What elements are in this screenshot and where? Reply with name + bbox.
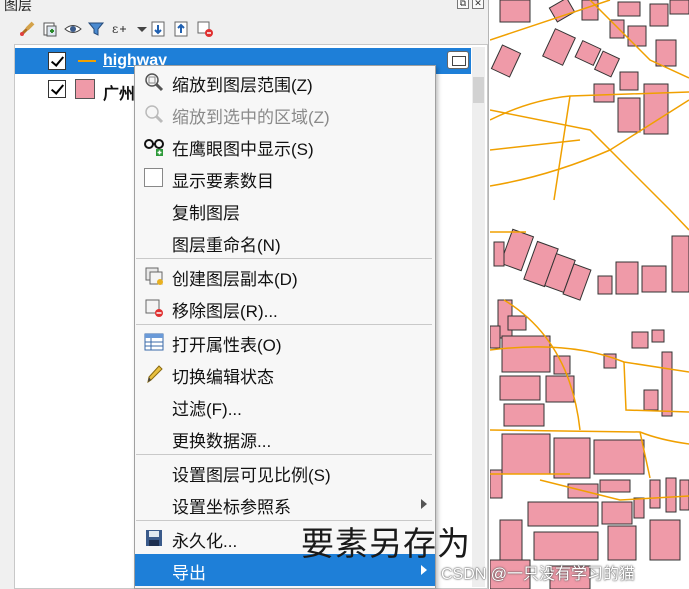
chevron-down-icon[interactable] bbox=[133, 20, 147, 38]
menu-item-remove-layer[interactable]: 移除图层(R)... bbox=[135, 292, 435, 324]
remove-layer-icon bbox=[144, 298, 164, 318]
expand-all-icon[interactable] bbox=[150, 20, 168, 38]
menu-item-open-attribute-table[interactable]: 打开属性表(O) bbox=[135, 326, 435, 358]
menu-separator bbox=[136, 258, 432, 259]
polygon-symbol-icon bbox=[75, 79, 95, 99]
menu-item-zoom-to-layer[interactable]: 缩放到图层范围(Z) bbox=[135, 66, 435, 98]
zoom-layer-icon bbox=[144, 72, 164, 92]
zoom-selection-icon bbox=[144, 104, 164, 124]
menu-item-set-scale-visibility[interactable]: 设置图层可见比例(S) bbox=[135, 456, 435, 488]
close-panel-button[interactable]: ✕ bbox=[472, 0, 484, 9]
panel-window-buttons: ⧉ ✕ bbox=[457, 0, 484, 9]
float-panel-button[interactable]: ⧉ bbox=[457, 0, 469, 9]
menu-item-set-crs[interactable]: 设置坐标参照系 bbox=[135, 488, 435, 520]
layer-indicator-icon[interactable] bbox=[447, 51, 469, 69]
layer-visibility-checkbox[interactable] bbox=[48, 52, 66, 70]
svg-text:ε: ε bbox=[112, 22, 118, 36]
expression-filter-icon[interactable]: ε bbox=[110, 20, 128, 38]
overview-glasses-icon bbox=[144, 136, 164, 156]
style-brush-icon[interactable] bbox=[18, 20, 36, 38]
add-group-icon[interactable] bbox=[41, 20, 59, 38]
tree-scrollbar[interactable] bbox=[472, 47, 485, 587]
menu-item-rename-layer[interactable]: 图层重命名(N) bbox=[135, 226, 435, 258]
menu-item-show-in-overview[interactable]: 在鹰眼图中显示(S) bbox=[135, 130, 435, 162]
filter-icon[interactable] bbox=[87, 20, 105, 38]
submenu-arrow-icon bbox=[421, 565, 427, 575]
menu-item-toggle-editing[interactable]: 切换编辑状态 bbox=[135, 358, 435, 390]
layer-context-menu: 缩放到图层范围(Z) 缩放到选中的区域(Z) 在鹰眼图中显示(S) 显示要素数目… bbox=[134, 65, 436, 589]
remove-layer-icon[interactable] bbox=[196, 20, 214, 38]
collapse-all-icon[interactable] bbox=[173, 20, 191, 38]
annotation-caption: 要素另存为 bbox=[301, 525, 471, 562]
menu-separator bbox=[136, 324, 432, 325]
scrollbar-thumb[interactable] bbox=[473, 77, 484, 103]
duplicate-layer-icon bbox=[144, 266, 164, 286]
submenu-arrow-icon bbox=[421, 499, 427, 509]
attribute-table-icon bbox=[144, 332, 164, 352]
layer-name: 广州 bbox=[103, 86, 136, 103]
checkbox-icon[interactable] bbox=[144, 168, 163, 187]
pencil-icon bbox=[144, 364, 164, 384]
line-symbol-icon bbox=[78, 60, 96, 62]
panel-title: 图层 bbox=[4, 0, 32, 13]
map-drawing bbox=[490, 0, 689, 589]
menu-item-show-feature-count[interactable]: 显示要素数目 bbox=[135, 162, 435, 194]
menu-item-change-data-source[interactable]: 更换数据源... bbox=[135, 422, 435, 454]
menu-item-zoom-to-selection[interactable]: 缩放到选中的区域(Z) bbox=[135, 98, 435, 130]
menu-separator bbox=[136, 454, 432, 455]
layer-visibility-checkbox[interactable] bbox=[48, 80, 66, 98]
menu-item-filter[interactable]: 过滤(F)... bbox=[135, 390, 435, 422]
map-canvas[interactable] bbox=[490, 0, 689, 589]
menu-item-duplicate-layer[interactable]: 创建图层副本(D) bbox=[135, 260, 435, 292]
menu-item-copy-layer[interactable]: 复制图层 bbox=[135, 194, 435, 226]
eye-icon[interactable] bbox=[64, 20, 82, 38]
save-disk-icon bbox=[144, 528, 164, 548]
layers-toolbar: ε bbox=[18, 19, 214, 39]
watermark-text: CSDN @一只没有学习的猫 bbox=[441, 566, 636, 583]
